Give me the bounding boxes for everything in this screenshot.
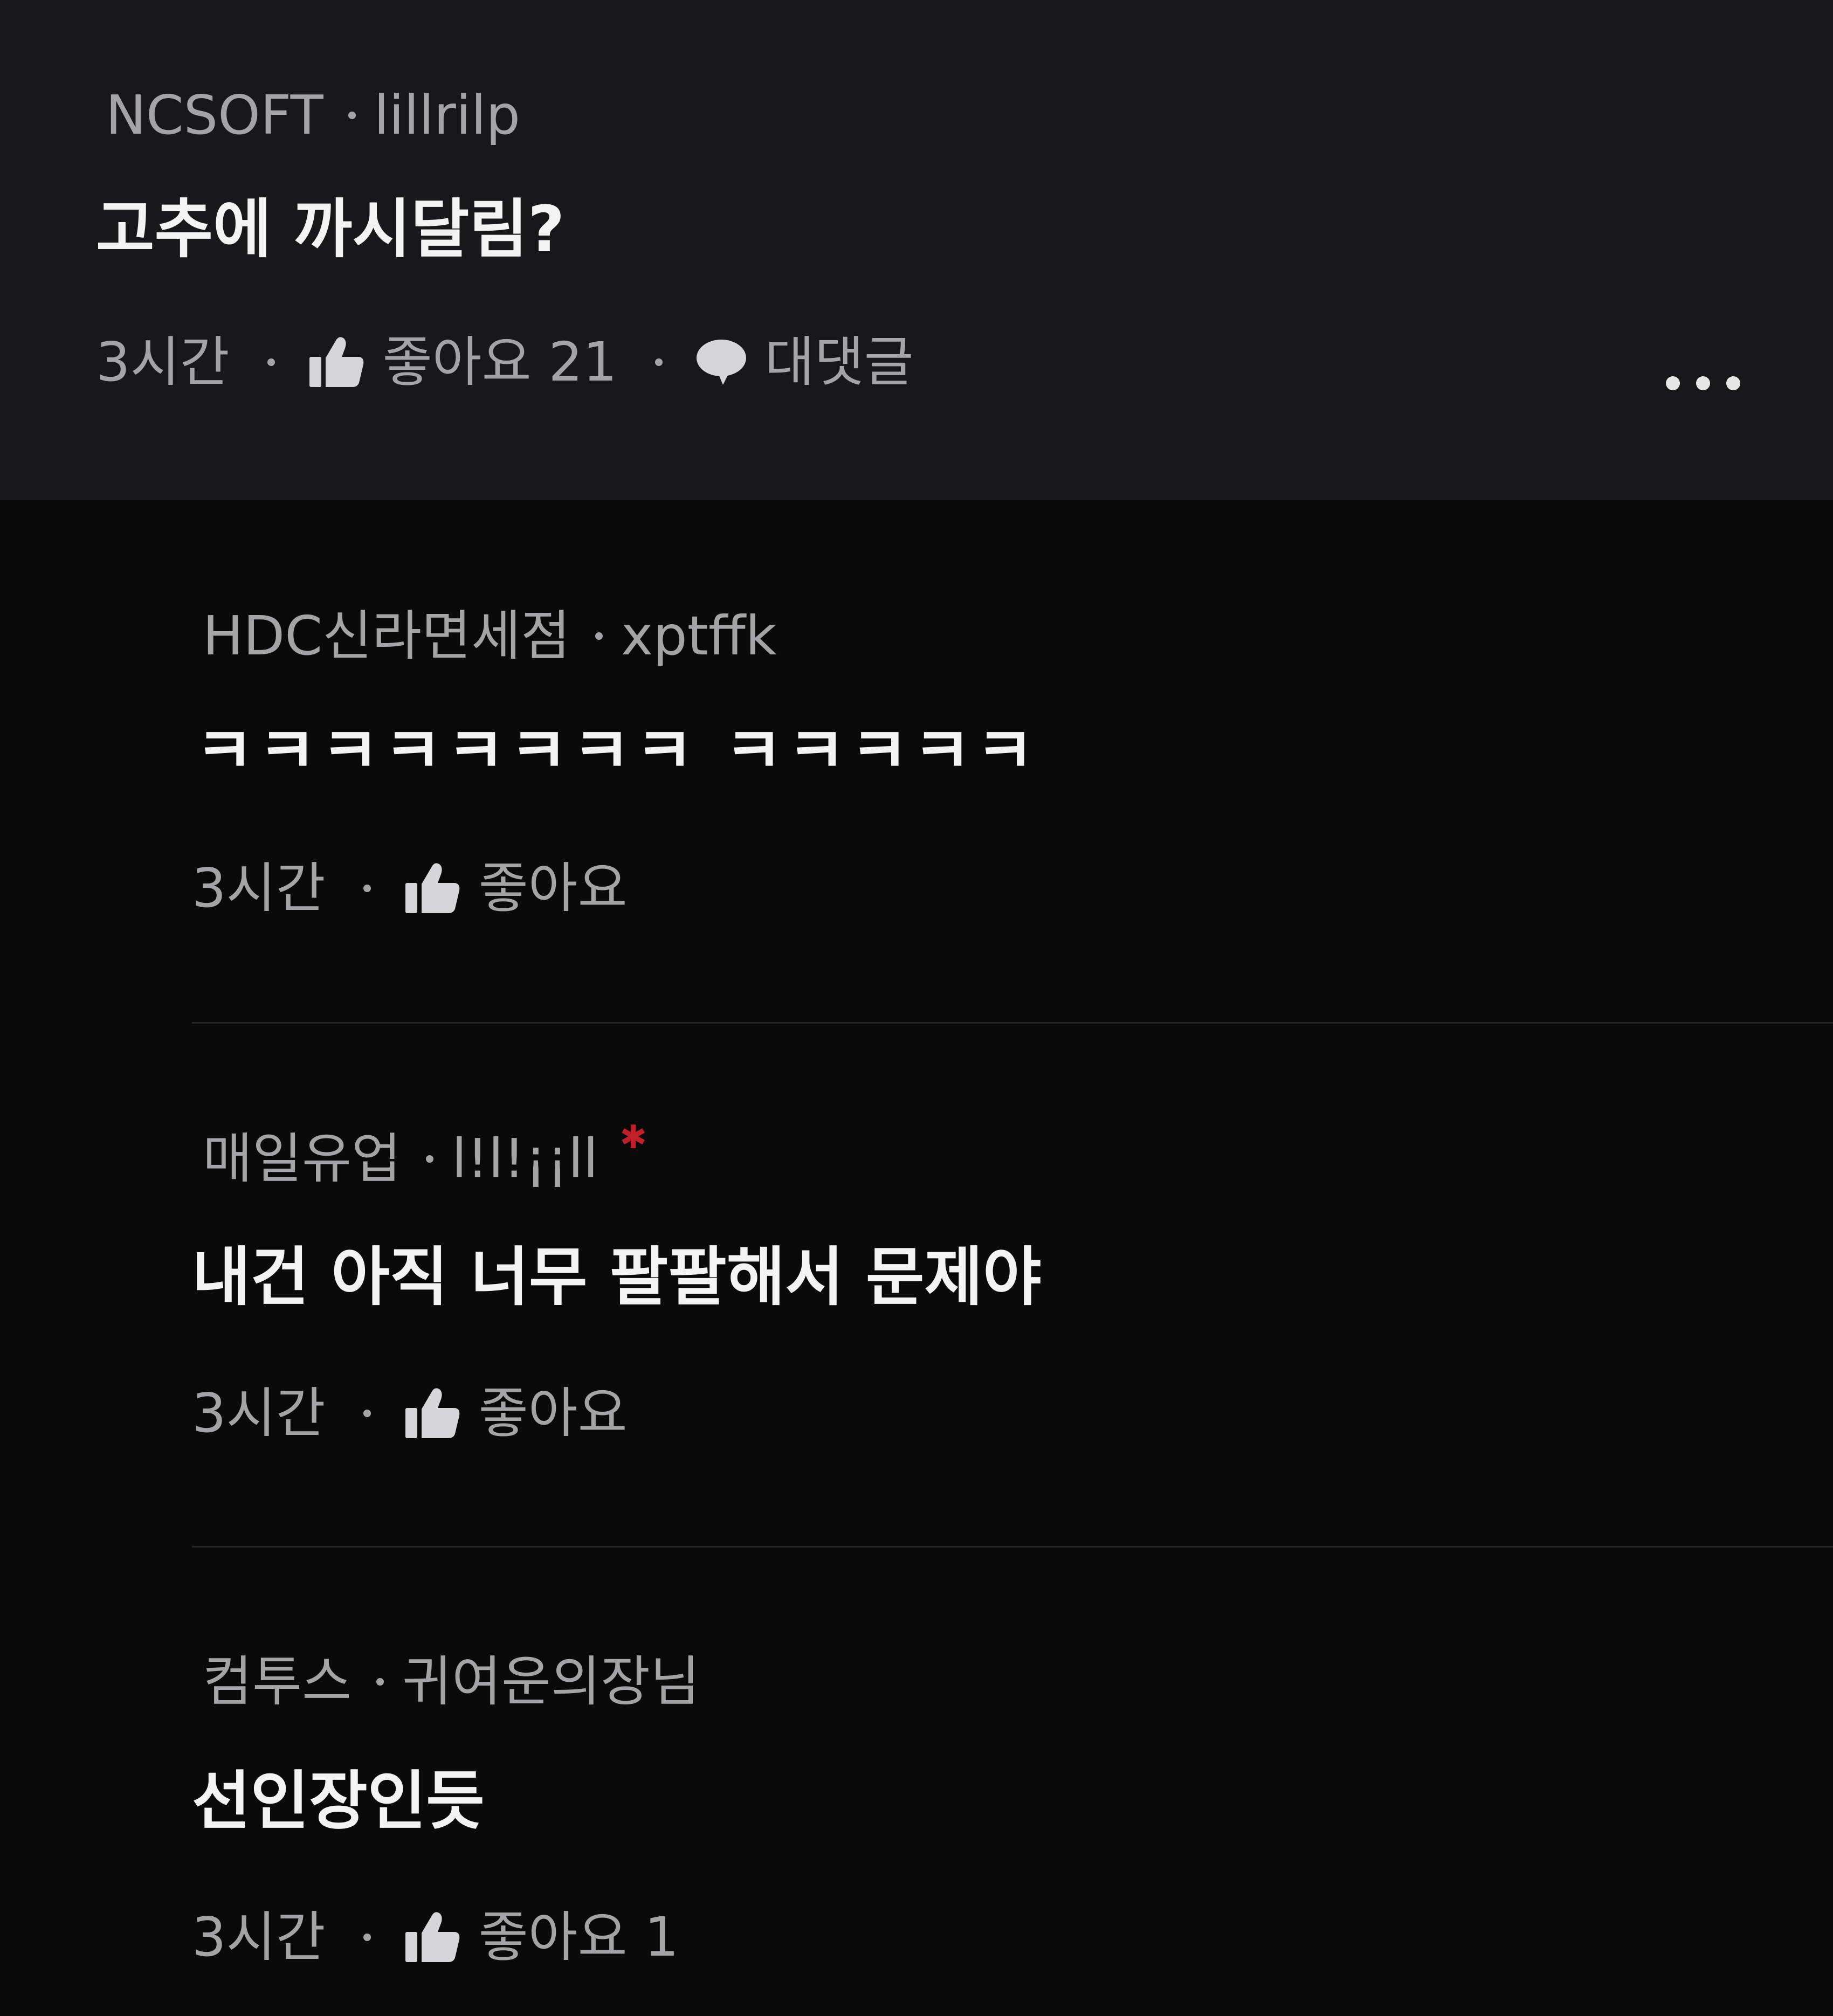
dot <box>1666 376 1680 390</box>
author-nickname[interactable]: lillrilp <box>374 88 520 142</box>
comment-text: 선인장인듯 <box>192 1764 485 1838</box>
author-company[interactable]: NCSOFT <box>106 88 323 142</box>
meta-separator <box>595 632 603 640</box>
action-separator <box>654 358 663 366</box>
thumbs-up-icon[interactable] <box>404 1911 460 1963</box>
comment-thread: NCSOFT lillrilp 고추에 까시달림? 3시간 좋아요 21 대댓글… <box>0 0 1833 2016</box>
author-company[interactable]: 매일유업 <box>203 1132 401 1186</box>
meta-separator <box>426 1155 433 1163</box>
author-nickname[interactable]: 귀여운의장님 <box>402 1655 700 1709</box>
like-button[interactable]: 좋아요 21 <box>383 335 617 389</box>
divider <box>192 1022 1833 1024</box>
action-separator <box>363 885 371 892</box>
comment-text: 내건 아직 너무 팔팔해서 문제야 <box>192 1240 1042 1314</box>
comment-actions: 3시간 좋아요 21 대댓글 <box>96 335 914 389</box>
meta-separator <box>348 112 356 119</box>
thumbs-up-icon[interactable] <box>404 862 460 914</box>
thumbs-up-icon[interactable] <box>404 1387 460 1439</box>
red-asterisk-icon: ✱ <box>619 1119 647 1156</box>
comment-meta: 컴투스 귀여운의장님 <box>203 1655 700 1709</box>
timestamp: 3시간 <box>96 330 230 393</box>
author-company[interactable]: 컴투스 <box>203 1655 352 1709</box>
action-separator <box>267 358 275 366</box>
speech-bubble-icon[interactable] <box>696 339 747 386</box>
comment-text: ㅋㅋㅋㅋㅋㅋㅋㅋ ㅋㅋㅋㅋㅋ <box>195 714 1039 788</box>
author-nickname[interactable]: xptffk <box>621 609 777 663</box>
action-separator <box>363 1934 371 1941</box>
action-separator <box>363 1410 371 1417</box>
meta-separator <box>376 1678 384 1686</box>
reply-button[interactable]: 대댓글 <box>765 335 914 389</box>
thumbs-up-icon[interactable] <box>308 336 364 388</box>
comment-meta: NCSOFT lillrilp <box>106 88 520 142</box>
comment-text: 고추에 까시달림? <box>96 192 565 266</box>
comment-meta: HDC신라면세점 xptffk <box>203 609 777 663</box>
comment-meta: 매일유업 l!l!¡¡ll ✱ <box>203 1121 647 1186</box>
like-button[interactable]: 좋아요 <box>479 861 628 915</box>
timestamp: 3시간 <box>192 1905 326 1969</box>
more-dots-icon[interactable] <box>1666 376 1740 390</box>
parent-comment: NCSOFT lillrilp 고추에 까시달림? 3시간 좋아요 21 대댓글 <box>0 0 1833 500</box>
dot <box>1726 376 1740 390</box>
comment-actions: 3시간 좋아요 <box>192 861 628 915</box>
like-button[interactable]: 좋아요 <box>479 1386 628 1440</box>
divider <box>192 1546 1833 1548</box>
author-nickname[interactable]: l!l!¡¡ll <box>452 1132 598 1186</box>
author-company[interactable]: HDC신라면세점 <box>203 609 570 663</box>
comment-actions: 3시간 좋아요 <box>192 1386 628 1440</box>
timestamp: 3시간 <box>192 1382 326 1445</box>
like-button[interactable]: 좋아요 1 <box>479 1910 679 1964</box>
timestamp: 3시간 <box>192 857 326 920</box>
comment-actions: 3시간 좋아요 1 <box>192 1910 679 1964</box>
dot <box>1696 376 1710 390</box>
